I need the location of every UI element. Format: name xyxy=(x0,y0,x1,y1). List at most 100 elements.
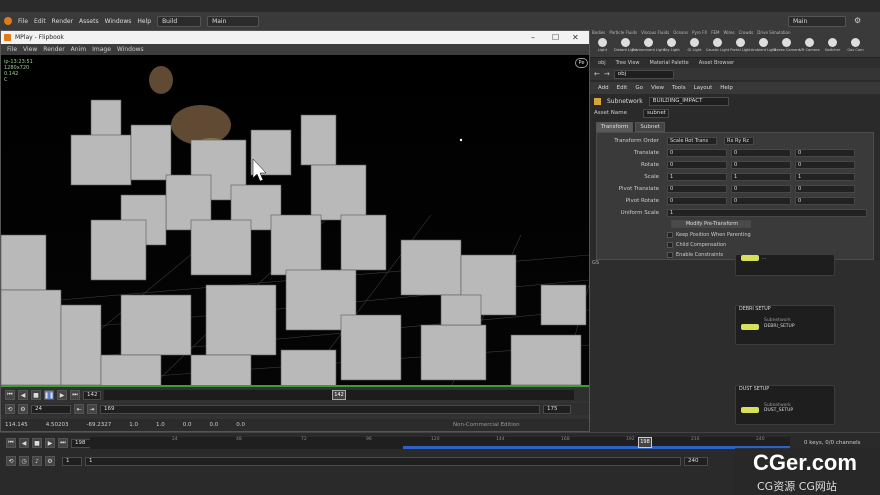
range-slider[interactable]: 169 xyxy=(100,404,540,414)
asset-name-field[interactable]: subnet xyxy=(643,108,670,118)
tool-gas-cam[interactable]: Gas Cam xyxy=(845,38,866,58)
shelf-tab-bodies[interactable]: Bodies xyxy=(592,30,605,38)
flipbook-viewport[interactable]: ip-13:23:51 1280x720 0.142 C Pe xyxy=(1,55,589,387)
shelf-tab-particle-fluids[interactable]: Particle Fluids xyxy=(609,30,637,38)
shelf-tab-wires[interactable]: Wires xyxy=(723,30,734,38)
shelf-tab-crowds[interactable]: Crowds xyxy=(739,30,754,38)
timeline-ruler[interactable]: 24 48 72 96 120 144 168 192 216 240 198 xyxy=(90,437,790,449)
tool-ambient-light[interactable]: Ambient Light xyxy=(751,38,776,58)
rotate-x[interactable]: 0 xyxy=(667,161,727,169)
menu-edit[interactable]: Edit xyxy=(34,18,46,25)
range-end-field[interactable]: 175 xyxy=(543,404,571,414)
viewport-badge[interactable]: Pe xyxy=(575,58,588,68)
play-back-button[interactable]: ◀ xyxy=(18,390,28,400)
mplay-menu-file[interactable]: File xyxy=(7,46,17,53)
mplay-frame-slider[interactable]: 142 xyxy=(104,390,574,400)
rotate-z[interactable]: 0 xyxy=(795,161,855,169)
modify-pre-transform-button[interactable]: Modify Pre-Transform xyxy=(671,220,751,228)
network-node-debri-setup[interactable]: DEBRI SETUP Subnetwork DEBRI_SETUP xyxy=(735,305,835,345)
back-arrow-icon[interactable]: ← xyxy=(594,70,600,78)
tool-light[interactable]: Light xyxy=(592,38,613,58)
child-compensation-checkbox[interactable] xyxy=(667,242,673,248)
forward-arrow-icon[interactable]: → xyxy=(604,70,610,78)
tl-settings-icon[interactable]: ⚙ xyxy=(45,456,55,466)
pane-menu-help[interactable]: Help xyxy=(720,85,733,91)
scale-x[interactable]: 1 xyxy=(667,173,727,181)
tab-subnet[interactable]: Subnet xyxy=(635,122,665,132)
node-name-field[interactable]: BUILDING_IMPACT xyxy=(648,96,729,106)
tl-current-frame-marker[interactable]: 198 xyxy=(638,437,652,448)
mplay-menu-image[interactable]: Image xyxy=(92,46,111,53)
mplay-menu-anim[interactable]: Anim xyxy=(71,46,86,53)
tab-transform[interactable]: Transform xyxy=(596,122,634,132)
menu-windows[interactable]: Windows xyxy=(105,18,132,25)
range-start-field[interactable]: 24 xyxy=(31,404,71,414)
shelf-tab-viscous-fluids[interactable]: Viscous Fluids xyxy=(641,30,669,38)
mplay-menu-windows[interactable]: Windows xyxy=(117,46,144,53)
scale-y[interactable]: 1 xyxy=(731,173,791,181)
scale-z[interactable]: 1 xyxy=(795,173,855,181)
tl-play-back-button[interactable]: ◀ xyxy=(19,438,29,448)
pivot-translate-x[interactable]: 0 xyxy=(667,185,727,193)
tl-range-slider[interactable]: 1 xyxy=(85,456,681,466)
tab-obj[interactable]: obj xyxy=(598,60,606,66)
tab-material-palette[interactable]: Material Palette xyxy=(650,60,689,66)
tl-last-frame-button[interactable]: ⏭ xyxy=(58,438,68,448)
menu-render[interactable]: Render xyxy=(52,18,73,25)
tl-audio-icon[interactable]: ♪ xyxy=(32,456,42,466)
minimize-icon[interactable]: – xyxy=(531,33,535,42)
menu-file[interactable]: File xyxy=(18,18,28,25)
network-editor[interactable]: GS ... DEBRI SETUP Subnetwork DEBRI_SETU… xyxy=(590,254,880,432)
tl-realtime-icon[interactable]: ◷ xyxy=(19,456,29,466)
play-forward-button[interactable]: ▶ xyxy=(57,390,67,400)
shelf-tab-drive-sim[interactable]: Drive Simulation xyxy=(757,30,790,38)
first-frame-button[interactable]: ⏮ xyxy=(5,390,15,400)
tl-start-field[interactable]: 1 xyxy=(62,456,82,466)
pivot-translate-z[interactable]: 0 xyxy=(795,185,855,193)
tl-end-field[interactable]: 240 xyxy=(684,456,708,466)
pivot-rotate-x[interactable]: 0 xyxy=(667,197,727,205)
tool-env-light[interactable]: Environment Light xyxy=(632,38,665,58)
pause-button[interactable]: ❚❚ xyxy=(44,390,54,400)
pane-menu-add[interactable]: Add xyxy=(598,85,609,91)
scene-dropdown[interactable]: Main xyxy=(207,15,260,27)
tool-gi-light[interactable]: GI Light xyxy=(684,38,705,58)
tab-asset-browser[interactable]: Asset Browser xyxy=(699,60,735,66)
tool-portal-light[interactable]: Portal Light xyxy=(730,38,751,58)
tl-loop-icon[interactable]: ⟲ xyxy=(6,456,16,466)
pane-menu-layout[interactable]: Layout xyxy=(694,85,713,91)
desktop-main-dropdown[interactable]: Main xyxy=(788,16,846,27)
pivot-translate-y[interactable]: 0 xyxy=(731,185,791,193)
settings-gear-icon[interactable]: ⚙ xyxy=(18,404,28,414)
mplay-menu-view[interactable]: View xyxy=(23,46,37,53)
menu-help[interactable]: Help xyxy=(137,18,151,25)
tl-frame-field[interactable]: 198 xyxy=(71,438,91,448)
network-node-top[interactable]: ... xyxy=(735,254,835,276)
menu-assets[interactable]: Assets xyxy=(79,18,99,25)
enable-constraints-checkbox[interactable] xyxy=(667,252,673,258)
pivot-rotate-y[interactable]: 0 xyxy=(731,197,791,205)
rotate-order-dropdown[interactable]: Rx Ry Rz xyxy=(724,137,754,145)
current-frame-field[interactable]: 142 xyxy=(83,390,101,400)
pane-menu-view[interactable]: View xyxy=(651,85,664,91)
tl-play-button[interactable]: ▶ xyxy=(45,438,55,448)
rotate-y[interactable]: 0 xyxy=(731,161,791,169)
mplay-menu-render[interactable]: Render xyxy=(43,46,64,53)
loop-icon[interactable]: ⟲ xyxy=(5,404,15,414)
shelf-tab-pyro[interactable]: Pyro FX xyxy=(692,30,707,38)
translate-z[interactable]: 0 xyxy=(795,149,855,157)
network-node-dust-setup[interactable]: DUST SETUP Subnetwork DUST_SETUP xyxy=(735,385,835,425)
tl-first-frame-button[interactable]: ⏮ xyxy=(6,438,16,448)
tool-sky-light[interactable]: Sky Light xyxy=(661,38,682,58)
keep-position-checkbox[interactable] xyxy=(667,232,673,238)
close-icon[interactable]: ✕ xyxy=(572,33,579,42)
tool-vr-camera[interactable]: VR Camera xyxy=(799,38,820,58)
uniform-scale-slider[interactable]: 1 xyxy=(667,209,867,217)
tool-caustic-light[interactable]: Caustic Light xyxy=(706,38,729,58)
desktop-dropdown[interactable]: Build xyxy=(157,15,202,27)
pane-menu-go[interactable]: Go xyxy=(635,85,643,91)
translate-y[interactable]: 0 xyxy=(731,149,791,157)
pane-menu-tools[interactable]: Tools xyxy=(672,85,686,91)
transform-order-dropdown[interactable]: Scale Rot Trans xyxy=(667,137,717,145)
pivot-rotate-z[interactable]: 0 xyxy=(795,197,855,205)
